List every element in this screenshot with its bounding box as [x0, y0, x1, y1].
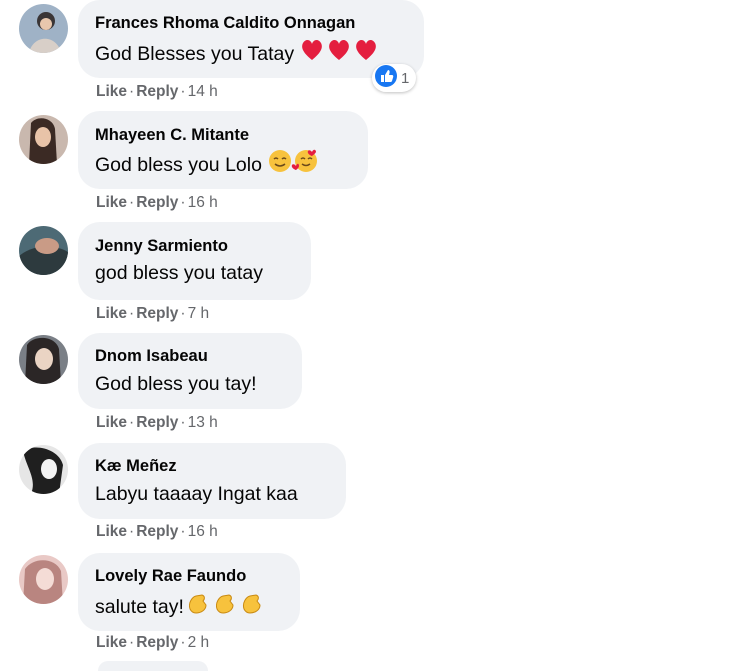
comment-bubble: Dnom Isabeau God bless you tay!	[78, 333, 302, 409]
comment-text-row: God bless you Lolo	[95, 149, 350, 181]
like-link[interactable]: Like	[96, 83, 127, 100]
reply-link[interactable]: Reply	[136, 194, 178, 211]
reaction-count: 1	[401, 69, 410, 87]
comment-bubble: Jenny Sarmiento god bless you tatay	[78, 222, 311, 300]
comment-text: salute tay!	[95, 595, 184, 618]
avatar[interactable]	[19, 226, 68, 275]
avatar[interactable]	[19, 4, 68, 53]
heart-emoji	[300, 38, 378, 70]
comments-panel: { "comments": [ {"author":"Frances Rhoma…	[0, 0, 750, 671]
avatar[interactable]	[19, 335, 68, 384]
like-link[interactable]: Like	[96, 523, 127, 540]
comment-actions: Like · Reply · 16 h	[96, 194, 218, 211]
like-link[interactable]: Like	[96, 634, 127, 651]
comment-text: Labyu taaaay Ingat kaa	[95, 483, 298, 505]
next-comment-bubble-partial	[98, 661, 208, 671]
comment-text-row: salute tay!	[95, 591, 282, 623]
comment-actions: Like · Reply · 16 h	[96, 523, 218, 540]
comment-text: God bless you Lolo	[95, 153, 262, 176]
like-link[interactable]: Like	[96, 414, 127, 431]
reaction-badge[interactable]: 1	[372, 64, 417, 92]
avatar[interactable]	[19, 555, 68, 604]
like-reaction-icon	[375, 64, 397, 92]
comment-author[interactable]: Mhayeen C. Mitante	[95, 125, 350, 146]
comment-timestamp[interactable]: 13 h	[188, 414, 218, 431]
comment-bubble: Mhayeen C. Mitante God bless you Lolo	[78, 111, 368, 189]
comment-timestamp[interactable]: 2 h	[188, 634, 210, 651]
comment-actions: Like · Reply · 14 h	[96, 83, 218, 100]
comment-author[interactable]: Frances Rhoma Caldito Onnagan	[95, 13, 406, 34]
comment-text: God Blesses you Tatay	[95, 42, 295, 65]
avatar[interactable]	[19, 115, 68, 164]
reply-link[interactable]: Reply	[136, 414, 178, 431]
smiling-face-emoji	[268, 149, 320, 181]
comment-text-row: God Blesses you Tatay	[95, 38, 406, 70]
comment-timestamp[interactable]: 16 h	[188, 194, 218, 211]
comment-author[interactable]: Kæ Meñez	[95, 456, 328, 477]
avatar[interactable]	[19, 445, 68, 494]
reply-link[interactable]: Reply	[136, 523, 178, 540]
like-link[interactable]: Like	[96, 194, 127, 211]
clapping-hands-emoji	[186, 591, 266, 623]
comment-actions: Like · Reply · 7 h	[96, 305, 210, 322]
comment-timestamp[interactable]: 16 h	[188, 523, 218, 540]
reply-link[interactable]: Reply	[136, 634, 178, 651]
comment-actions: Like · Reply · 13 h	[96, 414, 218, 431]
comment-bubble: Frances Rhoma Caldito Onnagan God Blesse…	[78, 0, 424, 78]
comment-actions: Like · Reply · 2 h	[96, 634, 210, 651]
comment-timestamp[interactable]: 14 h	[188, 83, 218, 100]
comment-bubble: Lovely Rae Faundo salute tay!	[78, 553, 300, 631]
reply-link[interactable]: Reply	[136, 83, 178, 100]
comment-bubble: Kæ Meñez Labyu taaaay Ingat kaa	[78, 443, 346, 519]
comment-author[interactable]: Jenny Sarmiento	[95, 236, 293, 257]
comment-text: God bless you tay!	[95, 373, 257, 395]
comment-author[interactable]: Dnom Isabeau	[95, 346, 284, 367]
reply-link[interactable]: Reply	[136, 305, 178, 322]
comment-timestamp[interactable]: 7 h	[188, 305, 210, 322]
comment-author[interactable]: Lovely Rae Faundo	[95, 566, 282, 587]
like-link[interactable]: Like	[96, 305, 127, 322]
comment-text: god bless you tatay	[95, 262, 264, 284]
